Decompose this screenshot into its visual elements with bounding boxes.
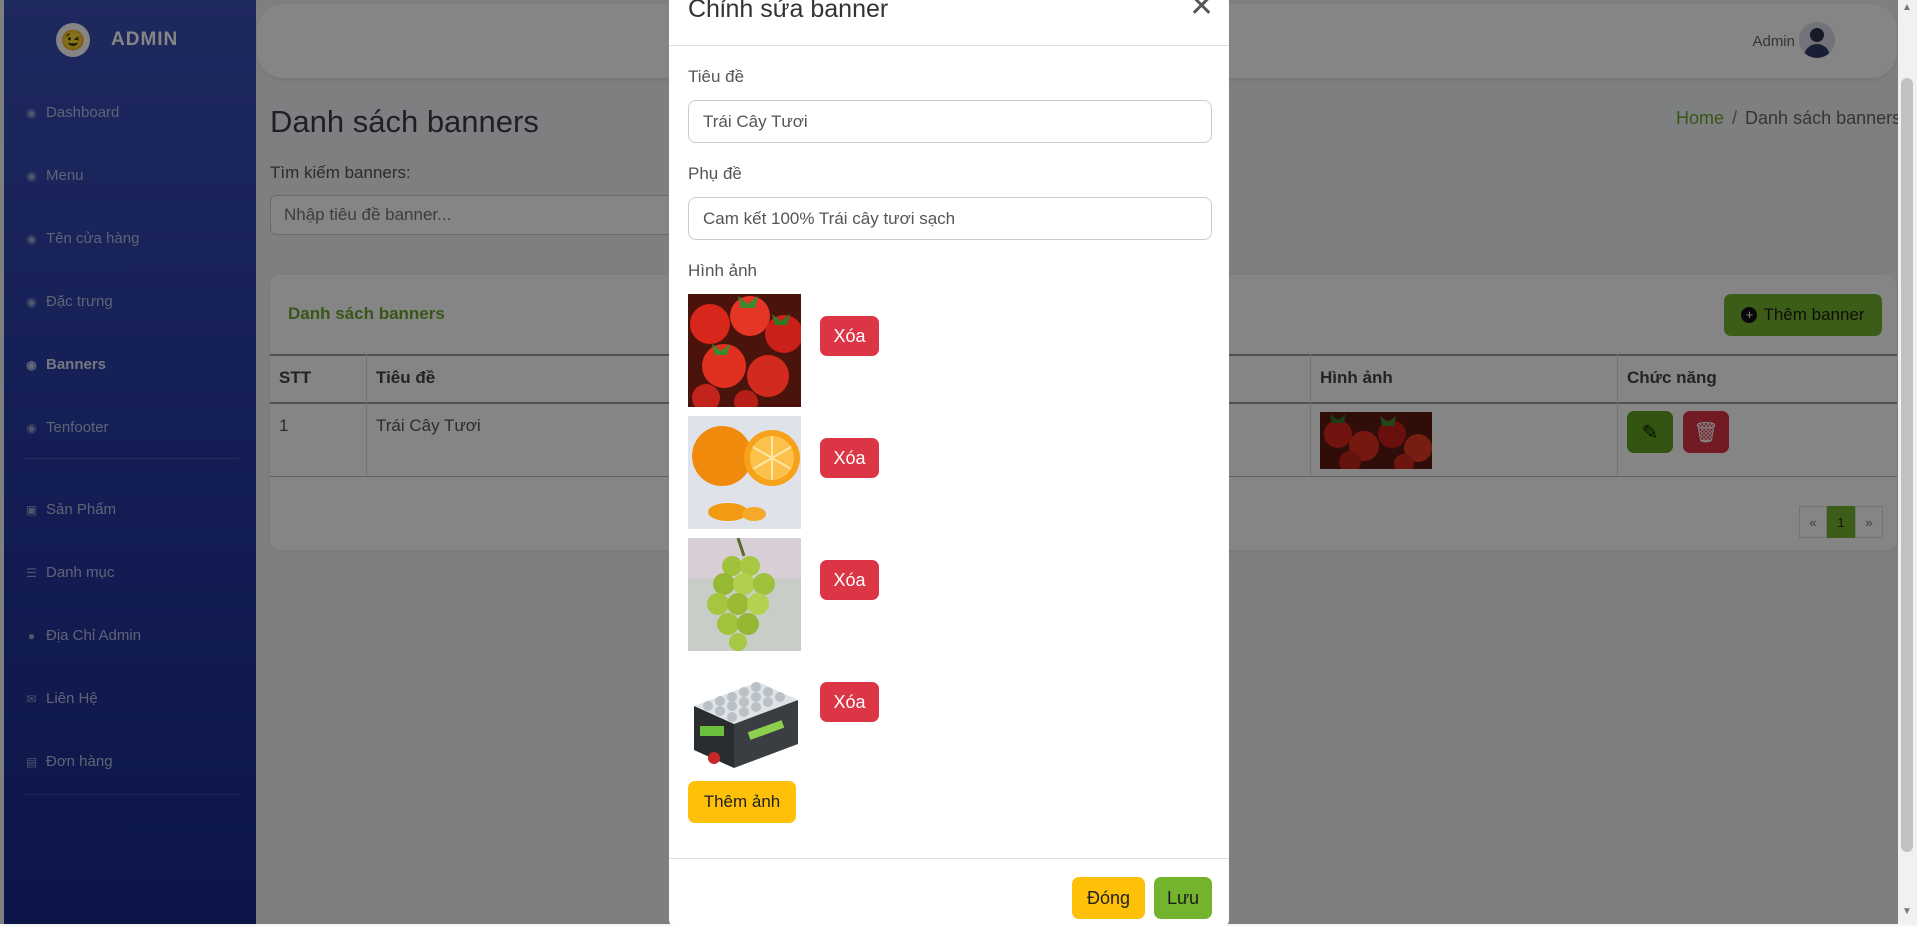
modal-title: Chỉnh sửa banner	[688, 0, 889, 23]
subtitle-input[interactable]	[688, 197, 1212, 240]
page-scrollbar[interactable]: ▲ ▼	[1898, 0, 1917, 924]
remove-image-button[interactable]: Xóa	[820, 560, 879, 600]
banner-image-item	[688, 538, 801, 651]
orange-image	[688, 416, 801, 529]
add-image-button[interactable]: Thêm ảnh	[688, 781, 796, 823]
title-input[interactable]	[688, 100, 1212, 143]
drink-cans-image	[688, 660, 801, 773]
modal-footer: Đóng Lưu	[669, 858, 1229, 926]
grapes-image	[688, 538, 801, 651]
scroll-thumb[interactable]	[1901, 78, 1913, 852]
scroll-down-arrow-icon[interactable]: ▼	[1902, 906, 1912, 917]
remove-image-button[interactable]: Xóa	[820, 316, 879, 356]
banner-image-item	[688, 294, 801, 407]
remove-image-button[interactable]: Xóa	[820, 682, 879, 722]
edit-banner-modal: Chỉnh sửa banner ✕ Tiêu đề Phụ đề Hình ả…	[669, 0, 1229, 926]
title-label: Tiêu đề	[688, 67, 745, 86]
banner-image-item	[688, 660, 801, 773]
scroll-up-arrow-icon[interactable]: ▲	[1902, 2, 1912, 13]
strawberries-image	[688, 294, 801, 407]
modal-header: Chỉnh sửa banner ✕	[669, 0, 1229, 46]
save-button[interactable]: Lưu	[1154, 877, 1212, 919]
remove-image-button[interactable]: Xóa	[820, 438, 879, 478]
images-label: Hình ảnh	[688, 261, 757, 280]
close-button[interactable]: Đóng	[1072, 877, 1145, 919]
close-icon[interactable]: ✕	[1189, 0, 1214, 22]
banner-image-item	[688, 416, 801, 529]
subtitle-label: Phụ đề	[688, 164, 742, 183]
